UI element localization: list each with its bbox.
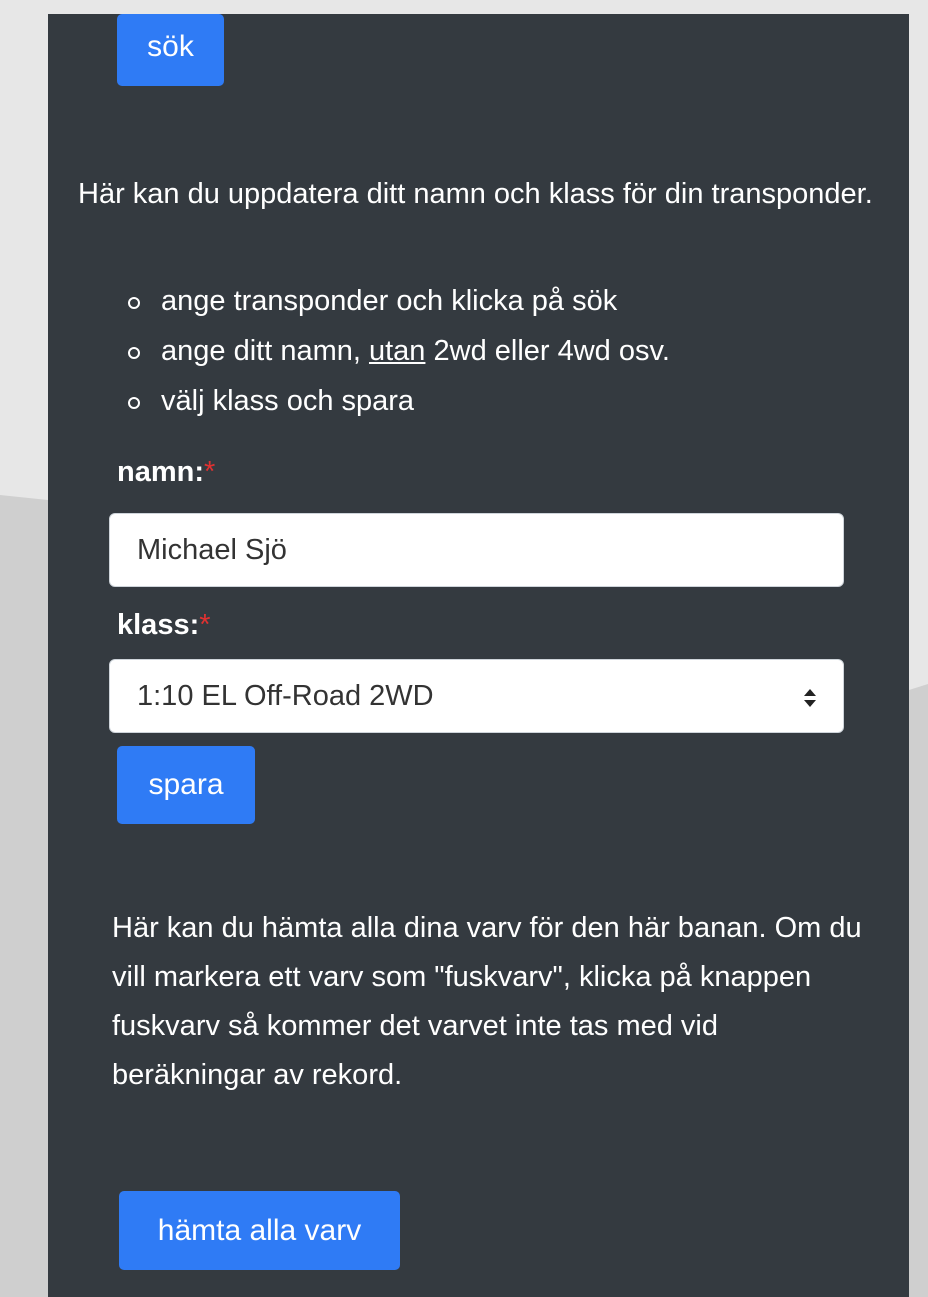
select-arrows-icon: [804, 689, 816, 707]
fetch-all-laps-label: hämta alla varv: [157, 1213, 362, 1247]
circle-bullet-icon: [128, 297, 140, 309]
save-button-label: spara: [148, 768, 224, 801]
list-item: ange transponder och klicka på sök: [48, 276, 868, 326]
class-select-value: 1:10 EL Off-Road 2WD: [137, 679, 434, 712]
name-input-value: Michael Sjö: [137, 533, 287, 566]
instruction-list: ange transponder och klicka på sök ange …: [48, 276, 868, 426]
required-mark: *: [199, 609, 211, 641]
circle-bullet-icon: [128, 347, 140, 359]
name-input[interactable]: Michael Sjö: [109, 513, 844, 587]
step-text: välj klass och spara: [161, 385, 415, 417]
step-text: ange transponder och klicka på sök: [161, 285, 618, 317]
name-label: namn:*: [117, 456, 215, 489]
step-emphasis: utan: [368, 335, 426, 367]
list-item: ange ditt namn, utan 2wd eller 4wd osv.: [48, 326, 868, 376]
required-mark: *: [204, 456, 216, 488]
main-panel: sök Här kan du uppdatera ditt namn och k…: [48, 14, 909, 1297]
list-item: välj klass och spara: [48, 376, 868, 426]
step-text: ange ditt namn,: [161, 335, 369, 367]
circle-bullet-icon: [128, 397, 140, 409]
name-label-text: namn:: [117, 456, 204, 488]
step-text-end: 2wd eller 4wd osv.: [425, 335, 670, 367]
class-label: klass:*: [117, 609, 211, 642]
fetch-all-laps-button[interactable]: hämta alla varv: [119, 1191, 400, 1270]
save-button[interactable]: spara: [117, 746, 255, 824]
search-button[interactable]: sök: [117, 14, 224, 86]
laps-info-text: Här kan du hämta alla dina varv för den …: [112, 912, 862, 1091]
class-select[interactable]: 1:10 EL Off-Road 2WD: [109, 659, 844, 733]
intro-text: Här kan du uppdatera ditt namn och klass…: [78, 178, 873, 210]
search-button-label: sök: [147, 30, 194, 63]
class-label-text: klass:: [117, 609, 200, 641]
